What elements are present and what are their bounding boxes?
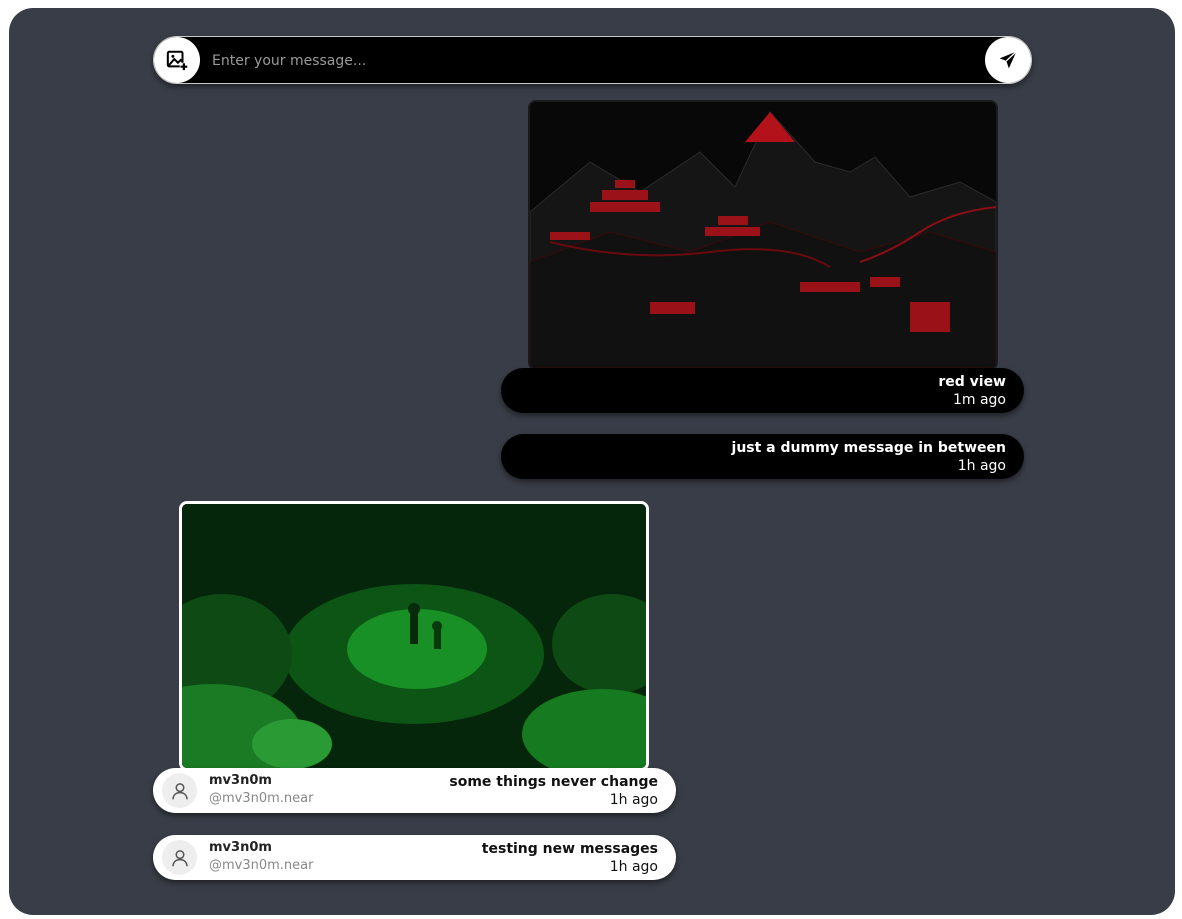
sender-handle: @mv3n0m.near: [209, 791, 314, 806]
green-forest-image: [182, 504, 646, 768]
avatar[interactable]: [162, 840, 197, 875]
message-image-green-forest[interactable]: [179, 501, 649, 771]
message-text: some things never change: [449, 774, 658, 790]
message-time: 1h ago: [957, 458, 1006, 474]
message-composer: [153, 36, 1032, 85]
message-text: red view: [938, 374, 1006, 390]
red-landscape-image: [530, 102, 996, 368]
user-icon: [171, 849, 188, 866]
avatar[interactable]: [162, 773, 197, 808]
message-text: testing new messages: [481, 841, 658, 857]
message-text: just a dummy message in between: [731, 440, 1006, 456]
message-bubble-other[interactable]: mv3n0m @mv3n0m.near testing new messages…: [153, 835, 676, 880]
sender-name: mv3n0m: [209, 773, 272, 788]
message-time: 1h ago: [609, 792, 658, 808]
message-bubble-other[interactable]: mv3n0m @mv3n0m.near some things never ch…: [153, 768, 676, 813]
send-button[interactable]: [985, 37, 1031, 83]
message-image-red-view[interactable]: [528, 100, 998, 370]
send-icon: [999, 51, 1017, 69]
user-icon: [171, 782, 188, 799]
message-time: 1m ago: [952, 392, 1006, 408]
sender-name: mv3n0m: [209, 840, 272, 855]
message-input[interactable]: [210, 37, 974, 85]
message-bubble-own[interactable]: red view 1m ago: [501, 368, 1024, 413]
message-time: 1h ago: [609, 859, 658, 875]
attach-image-button[interactable]: [154, 37, 200, 83]
message-bubble-own[interactable]: just a dummy message in between 1h ago: [501, 434, 1024, 479]
sender-handle: @mv3n0m.near: [209, 858, 314, 873]
image-add-icon: [166, 50, 188, 71]
